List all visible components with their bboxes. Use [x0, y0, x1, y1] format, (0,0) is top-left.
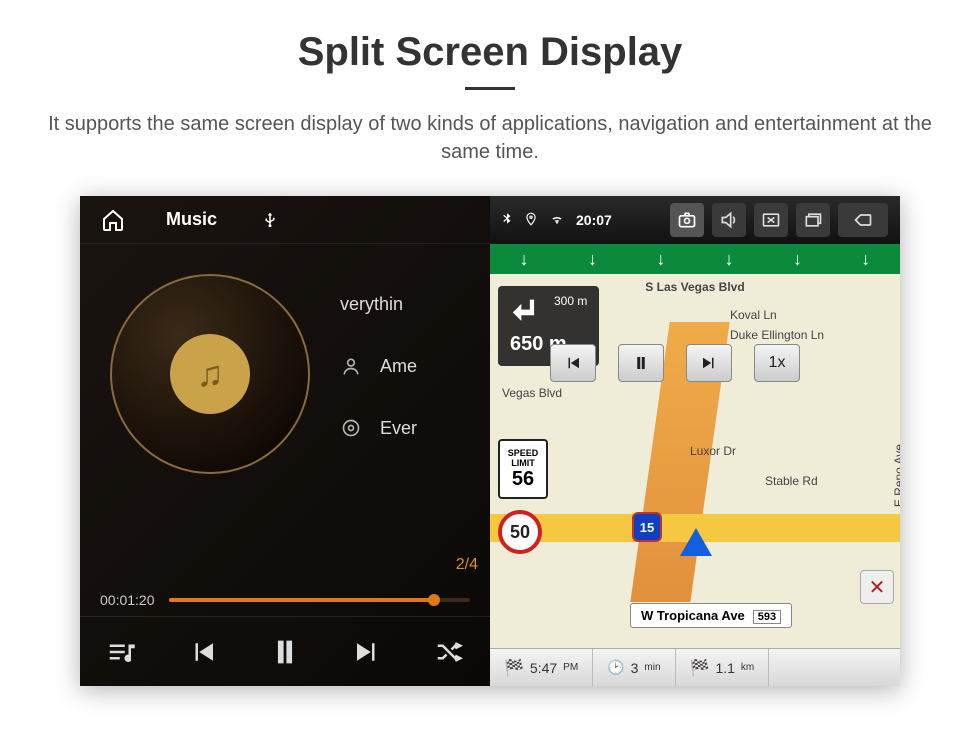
pause-button[interactable] [263, 630, 307, 674]
street-label: Duke Ellington Ln [730, 328, 824, 342]
album-disc: ♫ [110, 274, 310, 474]
next-track-button[interactable] [345, 630, 389, 674]
usb-icon[interactable] [257, 207, 283, 233]
wifi-icon [548, 212, 566, 229]
lane-arrow-icon: ↓ [832, 244, 900, 274]
music-note-icon: ♫ [170, 334, 250, 414]
status-bar: 20:07 [490, 196, 900, 244]
back-button[interactable] [838, 203, 888, 237]
track-list: verythin Ame Ever [340, 274, 417, 474]
highway-shield: 15 [632, 512, 662, 542]
street-label: Koval Ln [730, 308, 777, 322]
lane-guidance: ↓ ↓ ↓ ↓ ↓ ↓ [490, 244, 900, 274]
overlay-pause-button[interactable] [618, 344, 664, 382]
bluetooth-icon [500, 210, 514, 231]
progress-row: 00:01:20 [100, 592, 470, 608]
street-label: E Reno Ave [892, 444, 900, 507]
music-panel: Music ♫ verythin Ame [80, 196, 490, 686]
lane-arrow-icon: ↓ [763, 244, 831, 274]
lane-arrow-icon: ↓ [490, 244, 558, 274]
clock-icon: 🕑 [607, 659, 624, 676]
elapsed-time: 00:01:20 [100, 592, 155, 608]
playlist-button[interactable] [99, 630, 143, 674]
recent-apps-button[interactable] [796, 203, 830, 237]
map-canvas[interactable]: S Las Vegas Blvd Koval Ln Duke Ellington… [490, 274, 900, 648]
title-underline [465, 87, 515, 90]
street-label: Stable Rd [765, 474, 818, 488]
eta-segment[interactable]: 🏁 5:47PM [490, 649, 593, 686]
shuffle-button[interactable] [427, 630, 471, 674]
prev-track-button[interactable] [181, 630, 225, 674]
current-street-bubble: W Tropicana Ave593 [630, 603, 792, 628]
track-counter: 2/4 [456, 556, 478, 574]
flag-icon: 🏁 [690, 658, 710, 678]
overlay-prev-button[interactable] [550, 344, 596, 382]
street-label: S Las Vegas Blvd [645, 280, 744, 294]
vehicle-cursor-icon [680, 528, 712, 556]
turn-left-icon [510, 294, 544, 331]
overlay-speed-button[interactable]: 1x [754, 344, 800, 382]
street-label: Vegas Blvd [502, 386, 562, 400]
track-album-row: Ever [340, 417, 417, 439]
clock-time: 20:07 [576, 212, 612, 228]
overlay-next-button[interactable] [686, 344, 732, 382]
lane-arrow-icon: ↓ [695, 244, 763, 274]
close-app-button[interactable] [754, 203, 788, 237]
device-frame: Music ♫ verythin Ame [80, 196, 900, 686]
screenshot-button[interactable] [670, 203, 704, 237]
lane-arrow-icon: ↓ [558, 244, 626, 274]
speed-limit-sign: SPEED LIMIT 56 [498, 439, 548, 499]
remaining-dist-segment[interactable]: 🏁 1.1km [676, 649, 770, 686]
progress-bar[interactable] [169, 598, 471, 602]
volume-button[interactable] [712, 203, 746, 237]
location-icon [524, 210, 538, 231]
remaining-time-segment[interactable]: 🕑 3min [593, 649, 675, 686]
track-artist-row: Ame [340, 355, 417, 377]
overlay-controls: 1x [550, 344, 800, 382]
track-title-row: verythin [340, 294, 417, 315]
next-turn-distance: 300 m [554, 294, 587, 308]
current-speed-badge: 50 [498, 510, 542, 554]
music-header: Music [80, 196, 490, 244]
nav-panel: 20:07 ↓ ↓ ↓ ↓ ↓ ↓ S Las Vegas Blvd Koval… [490, 196, 900, 686]
home-icon[interactable] [100, 207, 126, 233]
person-icon [340, 355, 362, 377]
disc-icon [340, 417, 362, 439]
map-close-button[interactable]: ✕ [860, 570, 894, 604]
nav-bottom-bar: 🏁 5:47PM 🕑 3min 🏁 1.1km [490, 648, 900, 686]
speed-limit-value: 56 [512, 468, 534, 491]
page-title: Split Screen Display [0, 30, 980, 75]
lane-arrow-icon: ↓ [627, 244, 695, 274]
music-controls [80, 616, 490, 686]
street-label: Luxor Dr [690, 444, 736, 458]
flag-icon: 🏁 [504, 658, 524, 678]
page-description: It supports the same screen display of t… [40, 110, 940, 166]
music-header-title: Music [166, 209, 217, 230]
